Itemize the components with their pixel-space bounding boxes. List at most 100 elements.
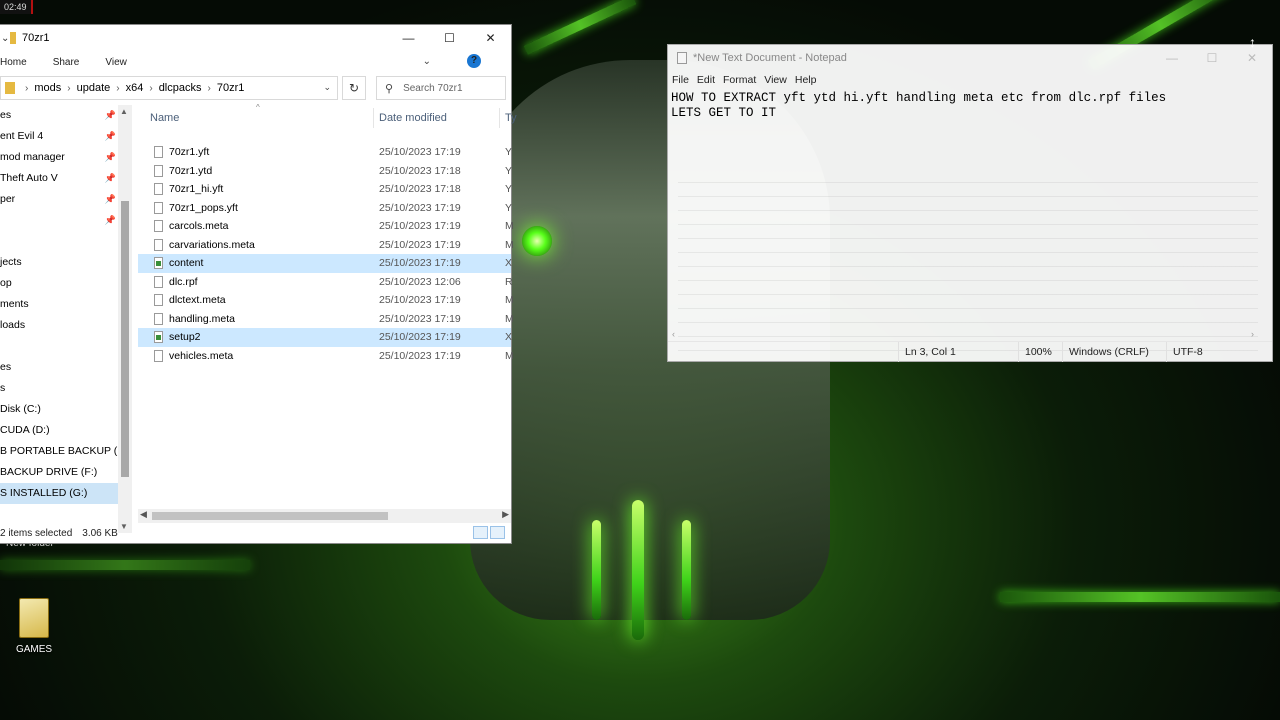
breadcrumb-update[interactable]: update [77,82,111,94]
file-name: 70zr1_hi.yft [169,183,224,196]
menu-view[interactable]: View [764,74,787,86]
scrollbar-thumb[interactable] [121,201,129,477]
nav-item[interactable]: S INSTALLED (G:) [0,483,118,504]
column-divider[interactable] [499,108,500,128]
nav-item-label: S INSTALLED (G:) [0,487,88,499]
breadcrumb-separator-icon: › [25,82,29,94]
nav-item[interactable]: loads [0,315,118,336]
address-row: › mods › update › x64 › dlcpacks › 70zr1… [0,73,511,103]
nav-item[interactable]: jects [0,252,118,273]
file-row[interactable]: content 25/10/2023 17:19 X [138,254,512,273]
explorer-titlebar[interactable]: ⌄ 70zr1 — ☐ ✕ [0,25,511,51]
ribbon-tab-home[interactable]: Home [0,57,27,68]
nav-item[interactable] [0,336,118,357]
nav-item-label: jects [0,256,22,268]
ribbon-expand-chevron-icon[interactable]: ⌄ [423,56,431,67]
file-row[interactable]: 70zr1_hi.yft 25/10/2023 17:18 Y [138,180,512,199]
minimize-button[interactable]: — [388,25,429,51]
file-row[interactable]: setup2 25/10/2023 17:19 X [138,328,512,347]
ribbon-tab-share[interactable]: Share [53,57,80,68]
scrollbar-thumb[interactable] [152,512,388,520]
column-header-row: ^ Name Date modified Ty [138,103,517,131]
address-dropdown-chevron-icon[interactable]: ⌄ [323,82,331,93]
file-row[interactable]: handling.meta 25/10/2023 17:19 M [138,310,514,329]
nav-item[interactable]: op [0,273,118,294]
encoding: UTF-8 [1173,346,1203,358]
column-header-type[interactable]: Ty [505,112,517,124]
file-row[interactable]: carcols.meta 25/10/2023 17:19 M [138,217,514,236]
close-button[interactable]: ✕ [470,25,511,51]
file-row[interactable]: 70zr1.ytd 25/10/2023 17:18 Y [138,162,512,181]
notepad-horizontal-scrollbar[interactable]: ‹ › [668,329,1272,341]
nav-item[interactable]: BACKUP DRIVE (F:) [0,462,118,483]
scroll-left-icon[interactable]: ‹ [672,329,675,339]
nav-item[interactable]: Theft Auto V 📌 [0,168,118,189]
file-list-horizontal-scrollbar[interactable]: ◀ ▶ [138,509,511,523]
breadcrumb-mods[interactable]: mods [34,82,61,94]
address-bar[interactable]: › mods › update › x64 › dlcpacks › 70zr1… [0,76,338,100]
nav-item[interactable]: ments [0,294,118,315]
file-list: 70zr1.yft 25/10/2023 17:19 Y 70zr1.ytd 25/10… [138,143,514,366]
breadcrumb-x64[interactable]: x64 [126,82,144,94]
file-name: carvariations.meta [169,238,255,251]
navigation-pane: es 📌 ent Evil 4 📌 mod manager 📌 Theft Auto V 📌… [0,105,132,533]
details-view-icon[interactable] [473,526,488,539]
nav-item[interactable] [0,231,118,252]
file-date: 25/10/2023 17:19 [379,238,461,251]
notepad-text-area[interactable]: HOW TO EXTRACT yft ytd hi.yft handling m… [668,89,1272,359]
nav-item[interactable]: 📌 [0,210,118,231]
help-icon[interactable]: ? [467,54,481,68]
desktop-icon-label: GAMES [15,644,53,655]
explorer-status-bar: 2 items selected 3.06 KB [0,523,511,543]
nav-item[interactable]: s [0,378,118,399]
quick-access-chevron-icon[interactable]: ⌄ [0,33,10,44]
column-header-name[interactable]: Name [150,112,179,124]
column-divider[interactable] [373,108,374,128]
breadcrumb-70zr1[interactable]: 70zr1 [217,82,245,94]
nav-item[interactable]: ent Evil 4 📌 [0,126,118,147]
resize-cursor-icon: ↕ [1249,34,1256,50]
scroll-left-icon[interactable]: ◀ [140,509,147,520]
navigation-scrollbar[interactable]: ▲ ▼ [118,105,132,533]
pin-icon: 📌 [104,194,116,204]
notepad-titlebar[interactable]: *New Text Document - Notepad — ☐ ✕ [668,45,1272,71]
nav-item[interactable]: Disk (C:) [0,399,118,420]
scroll-right-icon[interactable]: ▶ [502,509,509,520]
cursor-position: Ln 3, Col 1 [905,346,956,358]
menu-file[interactable]: File [672,74,689,86]
breadcrumb-dlcpacks[interactable]: dlcpacks [159,82,202,94]
menu-edit[interactable]: Edit [697,74,715,86]
nav-item[interactable]: per 📌 [0,189,118,210]
large-icons-view-icon[interactable] [490,526,505,539]
nav-item[interactable]: es 📌 [0,105,118,126]
search-box[interactable]: ⚲ Search 70zr1 [376,76,506,100]
selection-count: 2 items selected [0,527,73,539]
menu-format[interactable]: Format [723,74,756,86]
refresh-icon: ↻ [348,81,360,95]
breadcrumb-separator-icon: › [67,82,71,94]
file-row[interactable]: 70zr1.yft 25/10/2023 17:19 Y [138,143,512,162]
line-ending: Windows (CRLF) [1069,346,1149,358]
nav-item[interactable]: CUDA (D:) [0,420,118,441]
file-row[interactable]: dlctext.meta 25/10/2023 17:19 M [138,291,514,310]
maximize-button[interactable]: ☐ [429,25,470,51]
scroll-up-icon[interactable]: ▲ [120,107,128,116]
refresh-button[interactable]: ↻ [342,76,366,100]
desktop-icon-games[interactable]: GAMES [8,598,60,655]
file-row[interactable]: vehicles.meta 25/10/2023 17:19 M [138,347,514,366]
menu-help[interactable]: Help [795,74,817,86]
maximize-button[interactable]: ☐ [1192,45,1232,71]
file-row[interactable]: dlc.rpf 25/10/2023 12:06 R [138,273,513,292]
minimize-button[interactable]: — [1152,45,1192,71]
nav-item[interactable]: mod manager 📌 [0,147,118,168]
column-header-date[interactable]: Date modified [379,112,447,124]
scroll-right-icon[interactable]: › [1251,329,1254,339]
file-type: Y [505,201,513,214]
ribbon-tab-view[interactable]: View [105,57,127,68]
notepad-menubar: File Edit Format View Help [668,71,1272,89]
file-type: M [505,220,514,233]
nav-item[interactable]: B PORTABLE BACKUP (E: [0,441,127,462]
nav-item[interactable]: es [0,357,118,378]
file-row[interactable]: 70zr1_pops.yft 25/10/2023 17:19 Y [138,199,513,218]
file-row[interactable]: carvariations.meta 25/10/2023 17:19 M [138,236,514,255]
